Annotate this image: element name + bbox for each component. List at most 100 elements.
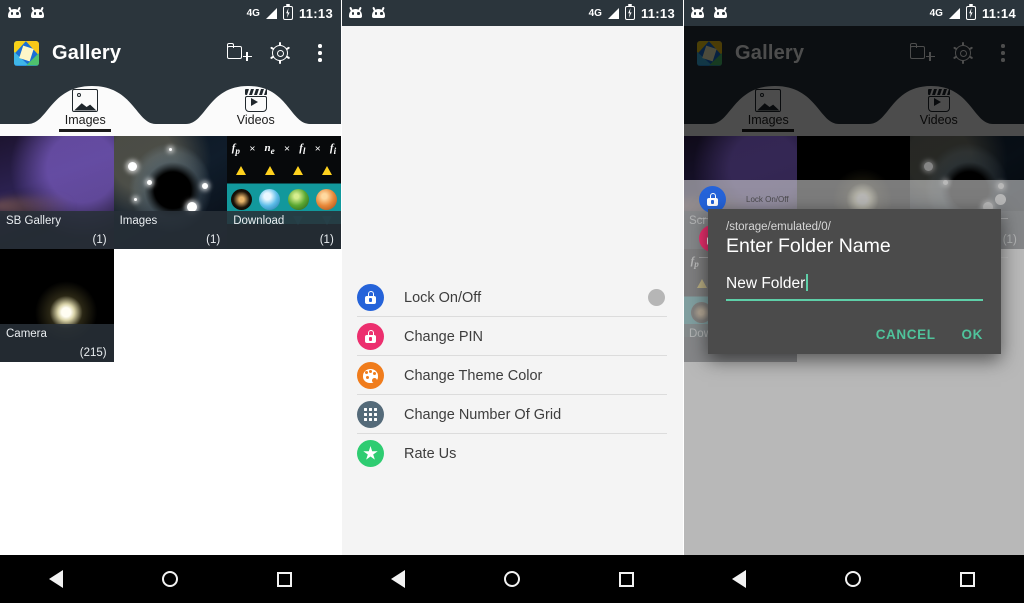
- ok-button[interactable]: OK: [962, 327, 983, 342]
- app-bar: Gallery: [683, 26, 1024, 80]
- panel-divider: [341, 0, 342, 555]
- tab-videos[interactable]: Videos: [171, 80, 342, 136]
- gallery-item-count: (1): [206, 234, 221, 246]
- clock-label: 11:14: [981, 5, 1016, 21]
- gallery-item-name: SB Gallery: [6, 215, 61, 227]
- status-bar: 4G 11:13: [0, 0, 341, 26]
- home-button[interactable]: [844, 571, 861, 587]
- recents-button[interactable]: [276, 571, 292, 587]
- gallery-grid: SB Gallery (1) Images (1) fp × ne × fl ×…: [0, 136, 341, 362]
- gallery-item-name: Images: [119, 215, 158, 227]
- settings-item-label: Change PIN: [404, 328, 483, 345]
- cancel-button[interactable]: CANCEL: [876, 327, 936, 342]
- robot-icon: [691, 6, 704, 19]
- clock-label: 11:13: [298, 5, 333, 21]
- robot-icon: [714, 6, 727, 19]
- panel-gallery: 4G 11:13 Gallery Images Videos SB Galler…: [0, 0, 341, 603]
- panel-new-folder-dialog: 4G 11:14 Gallery Images Videos Lock On/O…: [683, 0, 1024, 603]
- robot-icon: [8, 6, 21, 19]
- gallery-item-count: (1): [92, 234, 107, 246]
- back-button[interactable]: [390, 570, 405, 588]
- panel-divider: [683, 0, 684, 555]
- signal-icon: [948, 7, 960, 19]
- page-title: Gallery: [735, 41, 805, 64]
- video-icon: [926, 89, 952, 113]
- tab-images-label: Images: [64, 113, 106, 128]
- tab-selected-indicator: [59, 129, 112, 132]
- home-button[interactable]: [161, 571, 178, 587]
- tab-selected-indicator: [742, 129, 795, 132]
- android-nav-bar: [683, 555, 1024, 603]
- tab-videos[interactable]: Videos: [854, 80, 1024, 136]
- panel-settings: 4G 11:13 Lock On/Off Change PIN Change T…: [341, 0, 683, 603]
- android-nav-bar: [341, 555, 683, 603]
- android-nav-bar: [0, 555, 341, 603]
- robot-icon: [31, 6, 44, 19]
- folder-name-input-value: New Folder: [726, 275, 806, 292]
- dialog-title: Enter Folder Name: [726, 235, 891, 257]
- page-title: Gallery: [52, 41, 122, 64]
- gallery-item[interactable]: SB Gallery (1): [0, 136, 114, 249]
- app-bar: Gallery: [0, 26, 341, 80]
- tab-images[interactable]: Images: [0, 80, 171, 136]
- gallery-item-name: Download: [233, 215, 285, 227]
- home-button[interactable]: [503, 571, 520, 587]
- battery-charging-icon: [965, 4, 976, 20]
- new-folder-icon[interactable]: [227, 42, 252, 64]
- settings-item-label: Change Theme Color: [404, 367, 543, 384]
- settings-item-rate-us[interactable]: Rate Us: [341, 434, 683, 473]
- signal-icon: [607, 7, 619, 19]
- recents-button[interactable]: [618, 571, 634, 587]
- signal-icon: [265, 7, 277, 19]
- gallery-item[interactable]: Images (1): [113, 136, 228, 249]
- settings-item-change-pin[interactable]: Change PIN: [341, 317, 683, 356]
- lock-toggle[interactable]: [648, 289, 665, 306]
- settings-item-label: Lock On/Off: [746, 195, 789, 204]
- overflow-menu-icon[interactable]: [311, 42, 329, 64]
- video-icon: [243, 89, 269, 113]
- network-type-label: 4G: [246, 7, 260, 19]
- settings-item-grid-number[interactable]: Change Number Of Grid: [341, 395, 683, 434]
- settings-item-label: Change Number Of Grid: [404, 406, 562, 423]
- lock-pin-icon: [357, 323, 384, 350]
- tab-videos-label: Videos: [236, 113, 275, 128]
- settings-gear-icon[interactable]: [952, 42, 974, 64]
- recents-button[interactable]: [959, 571, 975, 587]
- battery-charging-icon: [282, 4, 293, 20]
- back-button[interactable]: [732, 570, 747, 588]
- image-icon: [72, 89, 99, 113]
- lock-icon: [357, 284, 384, 311]
- status-bar: 4G 11:13: [341, 0, 683, 26]
- gallery-app-icon: [697, 40, 722, 66]
- tab-videos-label: Videos: [919, 113, 958, 128]
- back-button[interactable]: [49, 570, 64, 588]
- settings-item-label: Rate Us: [404, 445, 457, 462]
- new-folder-icon[interactable]: [910, 42, 935, 64]
- settings-item-lock[interactable]: Lock On/Off: [341, 278, 683, 317]
- robot-icon: [372, 6, 385, 19]
- three-panel-screenshot: 4G 11:13 Gallery Images Videos SB Galler…: [0, 0, 1024, 603]
- gallery-item-count: (1): [319, 234, 334, 246]
- gallery-item[interactable]: fp × ne × fl × fi Download (1): [227, 136, 341, 249]
- tab-images[interactable]: Images: [683, 80, 854, 136]
- gallery-item[interactable]: Camera (215): [0, 249, 114, 362]
- gallery-item-name: Camera: [6, 328, 47, 340]
- settings-item-label: Lock On/Off: [404, 289, 482, 306]
- settings-menu: Lock On/Off Change PIN Change Theme Colo…: [341, 278, 683, 473]
- robot-icon: [349, 6, 362, 19]
- star-icon: [357, 440, 384, 467]
- new-folder-dialog: /storage/emulated/0/ Enter Folder Name N…: [708, 209, 1001, 354]
- grid-icon: [357, 401, 384, 428]
- settings-item-theme-color[interactable]: Change Theme Color: [341, 356, 683, 395]
- dialog-path-label: /storage/emulated/0/: [726, 221, 831, 233]
- tab-bar: Images Videos: [683, 80, 1024, 136]
- gallery-item-count: (215): [79, 347, 107, 359]
- overflow-menu-icon[interactable]: [994, 42, 1012, 64]
- status-bar: 4G 11:14: [683, 0, 1024, 26]
- gallery-app-icon: [14, 40, 39, 66]
- settings-gear-icon[interactable]: [269, 42, 291, 64]
- battery-charging-icon: [624, 4, 635, 20]
- tab-images-label: Images: [747, 113, 789, 128]
- folder-name-field[interactable]: New Folder: [726, 274, 983, 301]
- lock-toggle[interactable]: [995, 194, 1006, 205]
